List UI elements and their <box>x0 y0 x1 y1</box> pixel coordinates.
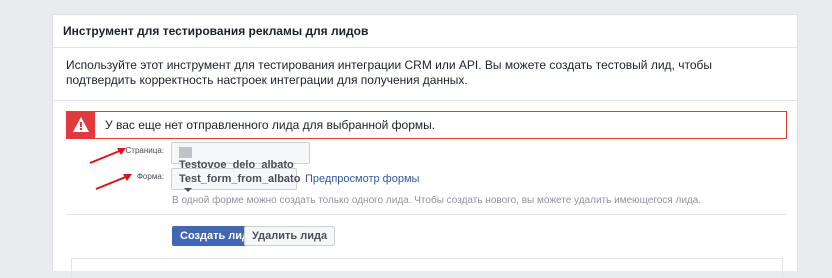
helper-text: В одной форме можно создать только одног… <box>172 195 702 206</box>
warning-icon <box>67 112 95 138</box>
error-alert: У вас еще нет отправленного лида для выб… <box>66 111 787 139</box>
page-thumbnail-icon <box>179 146 192 158</box>
chevron-down-icon <box>184 188 192 193</box>
lead-ads-testing-panel: Инструмент для тестирования рекламы для … <box>52 14 798 271</box>
page-label: Страница: <box>125 146 164 155</box>
page-select[interactable]: Testovoe_delo_albato <box>171 142 310 179</box>
panel-description: Используйте этот инструмент для тестиров… <box>53 48 797 101</box>
form-preview-link[interactable]: Предпросмотр формы <box>305 173 419 185</box>
form-select-value: Test_form_from_albato <box>179 173 301 185</box>
lower-section-box <box>71 258 783 278</box>
form-select[interactable]: Test_form_from_albato <box>171 168 301 193</box>
alert-message: У вас еще нет отправленного лида для выб… <box>105 118 436 132</box>
section-divider <box>66 214 787 215</box>
delete-lead-button[interactable]: Удалить лида <box>244 226 336 246</box>
form-label: Форма: <box>136 172 164 181</box>
panel-title: Инструмент для тестирования рекламы для … <box>53 15 797 48</box>
